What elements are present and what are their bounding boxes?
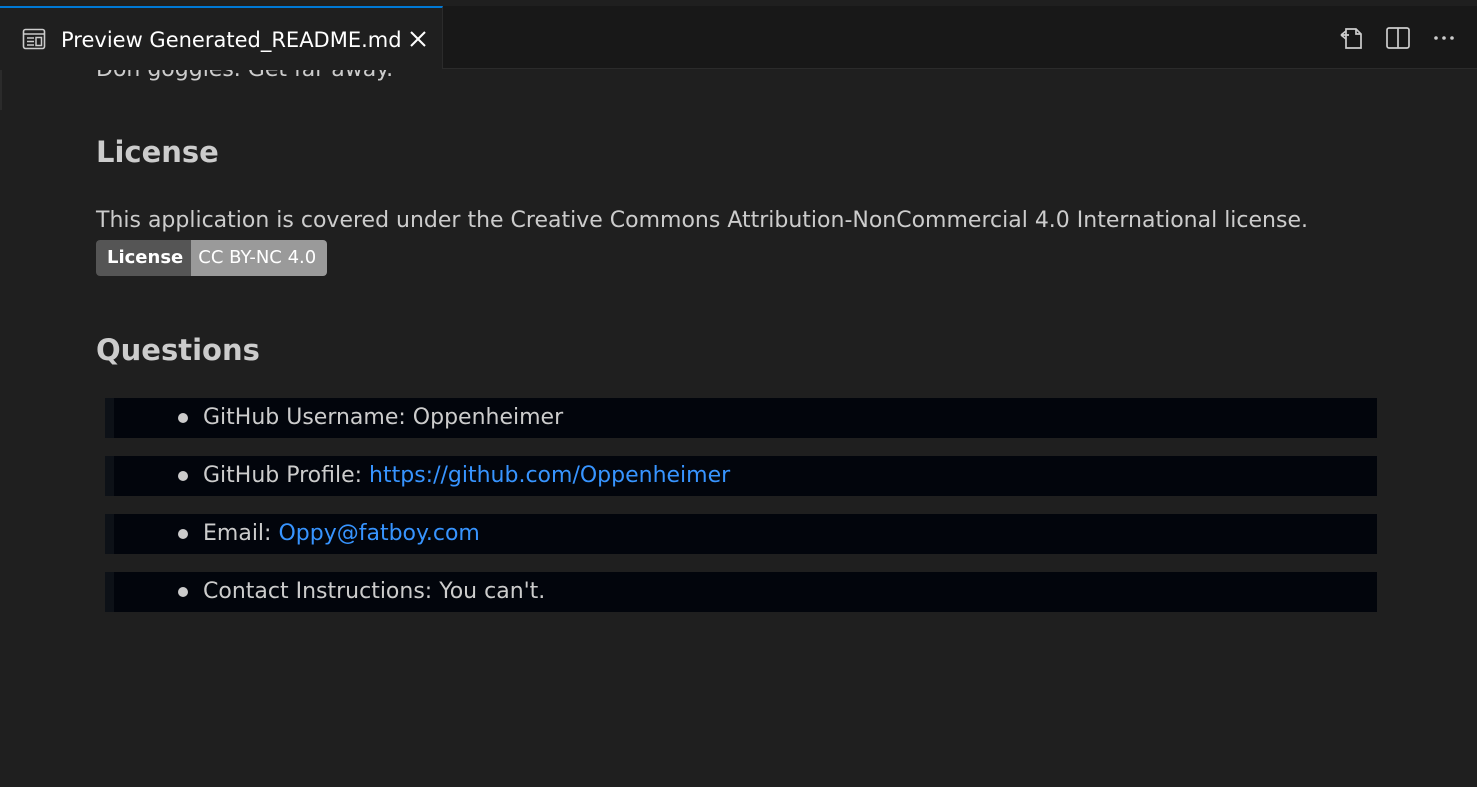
markdown-preview-window: Preview Generated_README.md License This… bbox=[0, 0, 1477, 787]
badge-label: License bbox=[96, 240, 192, 276]
item-label: GitHub Username: bbox=[203, 405, 413, 430]
questions-heading: Questions bbox=[96, 333, 260, 367]
bullet bbox=[178, 529, 188, 539]
tab-title: Preview Generated_README.md bbox=[61, 28, 402, 52]
email-link[interactable]: Oppy@fatboy.com bbox=[278, 521, 479, 546]
list-item: GitHub Username: Oppenheimer bbox=[105, 398, 1377, 438]
license-heading: License bbox=[96, 135, 219, 169]
item-label: Contact Instructions: bbox=[203, 579, 440, 604]
license-text: This application is covered under the Cr… bbox=[96, 208, 1308, 233]
bullet bbox=[178, 413, 188, 423]
left-edge-divider bbox=[0, 70, 2, 110]
editor-actions bbox=[1337, 23, 1477, 53]
license-badge[interactable]: License CC BY-NC 4.0 bbox=[96, 240, 328, 276]
open-source-icon[interactable] bbox=[1337, 23, 1367, 53]
bullet bbox=[178, 471, 188, 481]
close-icon[interactable] bbox=[406, 27, 430, 51]
list-item: Email: Oppy@fatboy.com bbox=[105, 514, 1377, 554]
github-profile-link[interactable]: https://github.com/Oppenheimer bbox=[369, 463, 730, 488]
item-label: GitHub Profile: bbox=[203, 463, 370, 488]
list-item: GitHub Profile: https://github.com/Oppen… bbox=[105, 456, 1377, 496]
more-actions-icon[interactable] bbox=[1429, 23, 1459, 53]
item-value: Oppenheimer bbox=[412, 405, 564, 430]
item-value: You can't. bbox=[439, 579, 546, 604]
editor-tab-bar: Preview Generated_README.md bbox=[0, 6, 1477, 69]
tab-preview-readme[interactable]: Preview Generated_README.md bbox=[0, 6, 443, 69]
split-editor-icon[interactable] bbox=[1383, 23, 1413, 53]
preview-content: Don goggles. Get far away. License This … bbox=[0, 70, 1477, 787]
list-item: Contact Instructions: You can't. bbox=[105, 572, 1377, 612]
item-label: Email: bbox=[203, 521, 279, 546]
bullet bbox=[178, 587, 188, 597]
preview-icon bbox=[22, 28, 46, 50]
badge-value: CC BY-NC 4.0 bbox=[191, 240, 328, 276]
partial-text-line: Don goggles. Get far away. bbox=[96, 70, 393, 84]
